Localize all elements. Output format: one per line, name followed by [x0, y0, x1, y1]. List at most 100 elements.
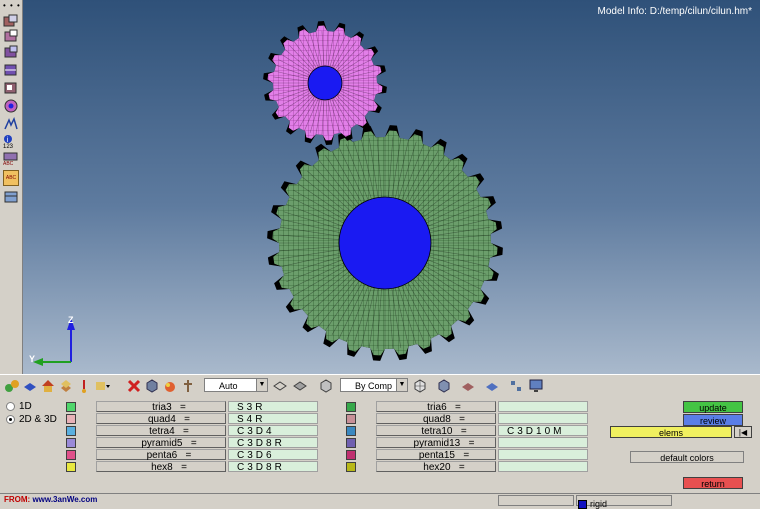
element-config-field[interactable] [498, 413, 588, 424]
review-button[interactable]: review [683, 414, 743, 426]
current-component[interactable]: rigid [578, 499, 607, 509]
clip-icon[interactable] [76, 378, 92, 394]
chevron-down-icon[interactable]: ▼ [256, 379, 267, 391]
color-swatch[interactable] [66, 426, 76, 436]
dropdown-options-icon[interactable] [94, 378, 110, 394]
equals-sign: = [185, 450, 192, 461]
element-config-field[interactable]: S4R [228, 413, 318, 424]
color-swatch[interactable] [346, 438, 356, 448]
equals-sign: = [183, 426, 189, 437]
mask-icon[interactable] [3, 29, 19, 43]
element-type-button[interactable]: pyramid13 = [376, 437, 496, 449]
status-cell [498, 495, 574, 506]
radio-button[interactable] [6, 401, 15, 411]
abc-label-icon[interactable]: ABC [3, 152, 19, 168]
find-icon[interactable] [3, 81, 19, 95]
element-type-button[interactable]: penta15 = [376, 449, 496, 461]
unmask-icon[interactable] [3, 45, 19, 59]
element-type-button[interactable]: tria6 = [376, 401, 496, 413]
element-type-button[interactable]: pyramid5 = [96, 437, 226, 449]
element-config-field[interactable] [498, 401, 588, 412]
color-swatch[interactable] [66, 450, 76, 460]
element-type-button[interactable]: penta6 = [96, 449, 226, 461]
element-type-name: penta15 [418, 450, 455, 461]
abc-active-icon[interactable]: ABC [3, 170, 19, 186]
graphics-viewport[interactable]: Model Info: D:/temp/cilun/cilun.hm* Z Y [23, 0, 760, 374]
toolbar-grip[interactable]: • • • [3, 1, 21, 10]
plane-icon[interactable] [484, 378, 500, 394]
element-type-button[interactable]: tetra10 = [376, 425, 496, 437]
element-config-field[interactable]: C3D6 [228, 449, 318, 460]
status-bar: FROM: www.3anWe.com [0, 493, 760, 507]
elems-selector[interactable]: elems [610, 426, 732, 438]
equals-sign: = [181, 462, 187, 473]
element-type-button[interactable]: tetra4 = [96, 425, 226, 437]
display-icon[interactable] [3, 14, 19, 28]
shaded-icon[interactable] [22, 378, 38, 394]
element-type-name: tetra10 [421, 426, 453, 437]
numbers-icon[interactable] [3, 99, 19, 113]
surface-icon[interactable] [460, 378, 476, 394]
radio-button[interactable] [6, 414, 15, 424]
element-config-field[interactable]: C3D8R [228, 461, 318, 472]
element-config-field[interactable]: C3D10M [498, 425, 588, 436]
by-comp-select[interactable]: By Comp ▼ [340, 378, 408, 392]
color-swatch[interactable] [346, 462, 356, 472]
delete-icon[interactable] [126, 378, 142, 394]
monitor-icon[interactable] [528, 378, 544, 394]
radio-2d3d[interactable]: 2D & 3D [6, 414, 57, 425]
element-config-field[interactable]: S3R [228, 401, 318, 412]
panel-icon[interactable] [3, 190, 19, 204]
wireframe-icon[interactable] [272, 378, 288, 394]
color-swatch[interactable] [66, 402, 76, 412]
auto-select[interactable]: Auto ▼ [204, 378, 268, 392]
element-type-name: tria3 [152, 402, 172, 413]
house-icon[interactable] [40, 378, 56, 394]
shaded-mesh-icon[interactable] [436, 378, 452, 394]
element-config-field[interactable] [498, 461, 588, 472]
element-config-field[interactable]: C3D4 [228, 425, 318, 436]
color-swatch[interactable] [66, 438, 76, 448]
color-swatch[interactable] [66, 414, 76, 424]
chevron-down-icon[interactable]: ▼ [396, 379, 407, 391]
element-type-button[interactable]: quad4 = [96, 413, 226, 425]
hidden-line-icon[interactable] [292, 378, 308, 394]
small-gear[interactable] [263, 21, 387, 145]
reverse-icon[interactable] [3, 63, 19, 77]
return-button[interactable]: return [683, 477, 743, 489]
update-button[interactable]: update [683, 401, 743, 413]
gear-model[interactable] [23, 0, 760, 374]
color-swatch[interactable] [346, 450, 356, 460]
solid-cube-icon[interactable] [318, 378, 334, 394]
y-axis-label: Y [29, 354, 36, 364]
node-icon[interactable] [180, 378, 196, 394]
large-gear[interactable] [267, 125, 503, 361]
color-swatch[interactable] [346, 426, 356, 436]
default-colors-button[interactable]: default colors [630, 451, 744, 463]
cube-icon[interactable] [144, 378, 160, 394]
element-shrink-icon[interactable] [58, 378, 74, 394]
element-type-button[interactable]: tria3 = [96, 401, 226, 413]
equals-sign: = [459, 414, 465, 425]
component-color-icon[interactable] [4, 378, 20, 394]
paint-icon[interactable] [162, 378, 178, 394]
element-type-button[interactable]: hex20 = [376, 461, 496, 473]
element-config-field[interactable]: C3D8R [228, 437, 318, 448]
info-icon[interactable]: i 123 [3, 134, 19, 150]
left-toolbar: • • • i 123 ABC ABC [0, 0, 23, 376]
element-config-field[interactable] [498, 449, 588, 460]
element-type-name: pyramid13 [413, 438, 461, 449]
label-icon[interactable] [3, 117, 19, 131]
skip-back-icon[interactable]: |◀ [734, 426, 752, 438]
element-type-button[interactable]: hex8 = [96, 461, 226, 473]
color-swatch[interactable] [346, 414, 356, 424]
grid-icon[interactable] [508, 378, 524, 394]
mesh-cube-icon[interactable] [412, 378, 428, 394]
element-type-button[interactable]: quad8 = [376, 413, 496, 425]
equals-sign: = [460, 426, 467, 437]
visualization-toolbar: Auto ▼ By Comp ▼ [0, 374, 760, 398]
color-swatch[interactable] [66, 462, 76, 472]
color-swatch[interactable] [346, 402, 356, 412]
element-config-field[interactable] [498, 437, 588, 448]
radio-1d[interactable]: 1D [6, 401, 32, 412]
